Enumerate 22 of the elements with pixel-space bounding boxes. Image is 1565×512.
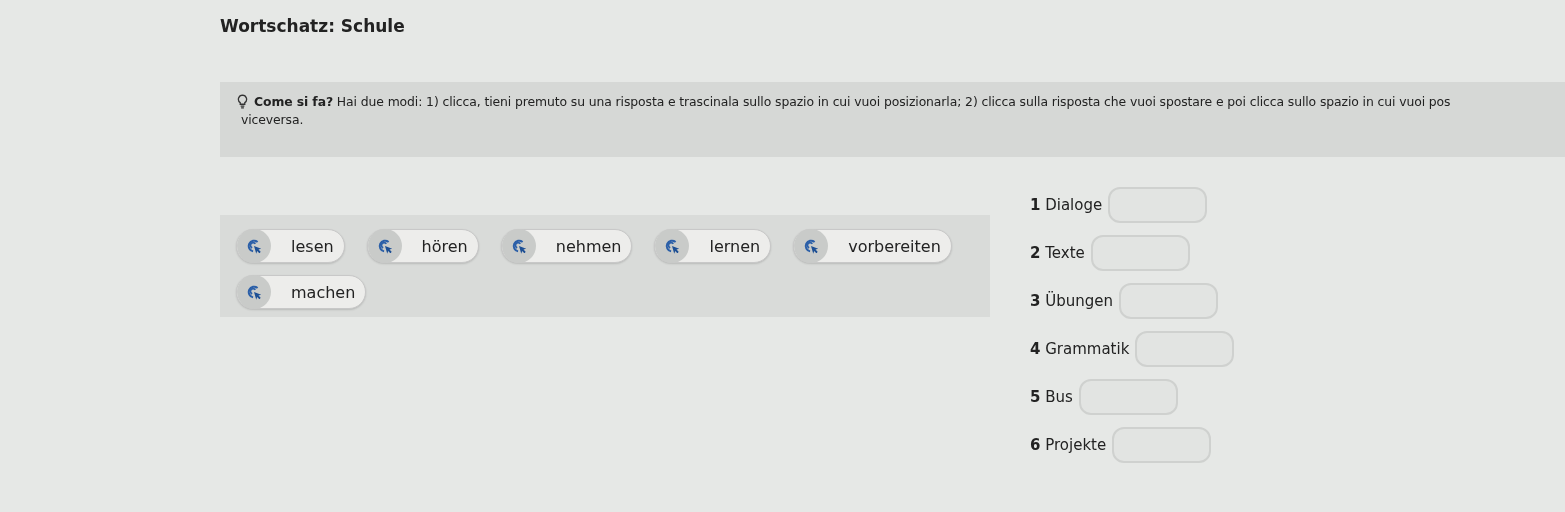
answer-chip[interactable]: lesen: [236, 229, 345, 263]
answer-chip[interactable]: hören: [366, 229, 479, 263]
lightbulb-icon: [237, 94, 248, 109]
target-label: 2 Texte: [1030, 244, 1085, 262]
target-label: 5 Bus: [1030, 388, 1073, 406]
page-title: Wortschatz: Schule: [219, 15, 406, 38]
drag-pointer-icon: [237, 229, 271, 263]
drag-pointer-icon: [655, 229, 690, 263]
drag-pointer-icon: [237, 275, 271, 309]
instruction-text: viceversa.: [241, 112, 304, 127]
drag-pointer-icon: [501, 229, 536, 263]
answer-chip[interactable]: machen: [236, 275, 367, 309]
target-label: 3 Übungen: [1030, 292, 1113, 310]
drag-pointer-icon: [794, 229, 829, 263]
answer-chip[interactable]: lernen: [654, 229, 772, 263]
answer-chip[interactable]: nehmen: [500, 229, 633, 263]
answer-chip[interactable]: vorbereiten: [793, 229, 952, 263]
target-label: 1 Dialoge: [1030, 196, 1103, 214]
target-label: 4 Grammatik: [1030, 340, 1130, 358]
drag-pointer-icon: [367, 229, 402, 263]
target-label: 6 Projekte: [1030, 436, 1107, 454]
instruction-text: Come si fa? Hai due modi: 1) clicca, tieni premuto su una risposta e trascinala sullo spazio in cui vuoi posizionarla; 2) clicca sulla risposta che vuoi spostare e poi clicca sullo spazio in cui vuoi pos: [254, 94, 1451, 109]
